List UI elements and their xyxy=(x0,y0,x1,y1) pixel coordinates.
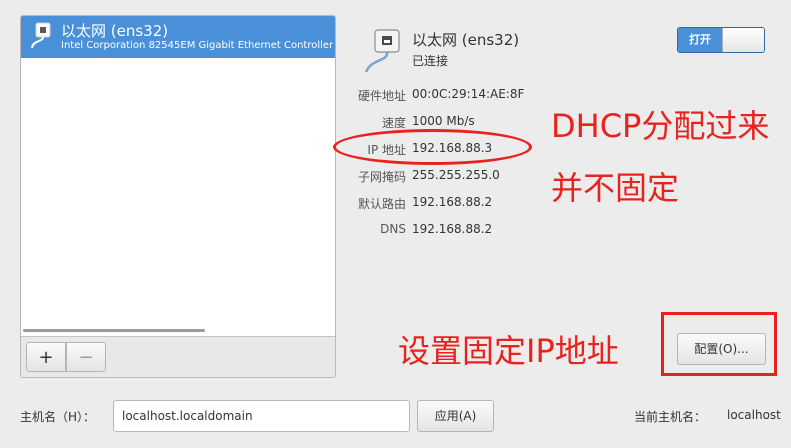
device-name: 以太网 (ens32) xyxy=(61,22,169,40)
ip-highlight-ellipse xyxy=(333,129,532,165)
annotation-dhcp-line2: 并不固定 xyxy=(551,169,680,207)
default-route-value: 192.168.88.2 xyxy=(412,195,493,209)
configure-button[interactable]: 配置(O)... xyxy=(677,333,766,365)
dns-label: DNS xyxy=(380,222,406,236)
toggle-knob[interactable] xyxy=(722,28,764,52)
current-hostname-value: localhost xyxy=(727,408,781,422)
device-list-item-ens32[interactable]: 以太网 (ens32) Intel Corporation 82545EM Gi… xyxy=(21,16,335,58)
connection-toggle[interactable]: 打开 xyxy=(677,27,765,53)
add-device-button[interactable]: + xyxy=(26,342,66,372)
wired-network-icon xyxy=(31,22,51,49)
connection-status: 已连接 xyxy=(412,54,449,68)
hostname-input[interactable] xyxy=(113,400,410,432)
hw-address-label: 硬件地址 xyxy=(357,89,406,103)
annotation-dhcp-line1: DHCP分配过来 xyxy=(551,107,770,145)
subnet-mask-value: 255.255.255.0 xyxy=(412,168,500,182)
device-list-toolbar: + − xyxy=(21,336,335,377)
hostname-label: 主机名（H）： xyxy=(20,410,96,424)
horizontal-scrollbar[interactable] xyxy=(23,329,205,332)
subnet-mask-label: 子网掩码 xyxy=(357,170,406,184)
default-route-label: 默认路由 xyxy=(357,197,406,211)
speed-label: 速度 xyxy=(381,116,406,130)
network-device-icon xyxy=(364,29,400,73)
annotation-set-static-ip: 设置固定IP地址 xyxy=(398,332,619,370)
remove-device-button[interactable]: − xyxy=(66,342,106,372)
device-list-panel: 以太网 (ens32) Intel Corporation 82545EM Gi… xyxy=(20,15,336,378)
device-description: Intel Corporation 82545EM Gigabit Ethern… xyxy=(61,40,333,51)
hw-address-value: 00:0C:29:14:AE:8F xyxy=(412,87,525,101)
apply-button[interactable]: 应用(A) xyxy=(417,400,494,432)
dns-value: 192.168.88.2 xyxy=(412,222,493,236)
connection-title: 以太网 (ens32) xyxy=(412,31,520,49)
current-hostname-label: 当前主机名： xyxy=(634,410,707,424)
toggle-on-label: 打开 xyxy=(678,28,722,52)
speed-value: 1000 Mb/s xyxy=(412,114,475,128)
